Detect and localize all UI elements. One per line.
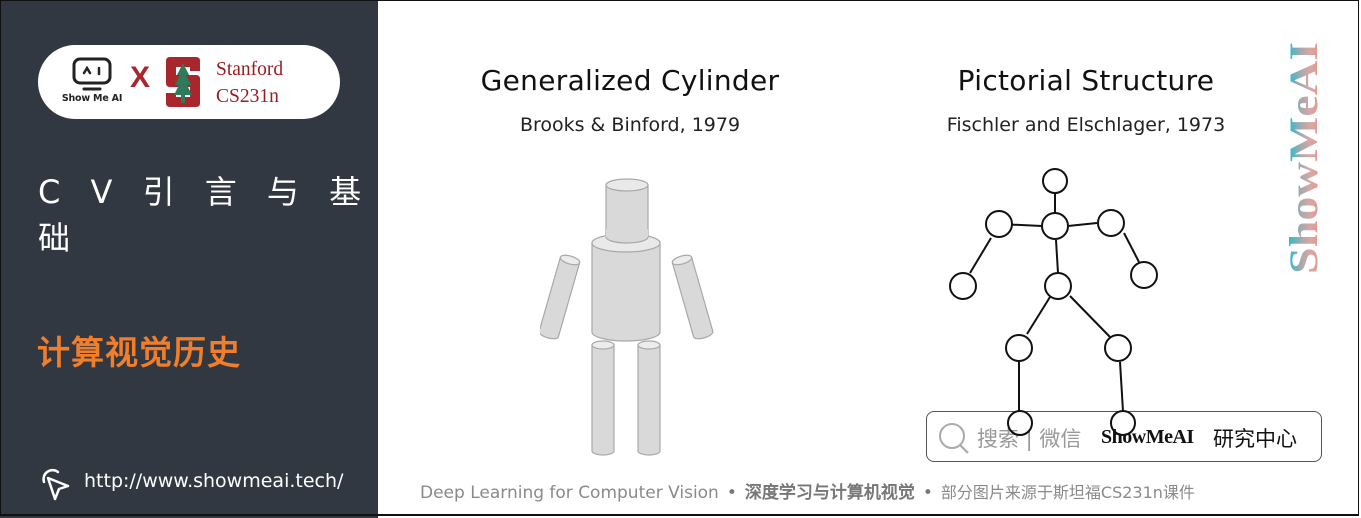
slide-border (0, 0, 1359, 516)
